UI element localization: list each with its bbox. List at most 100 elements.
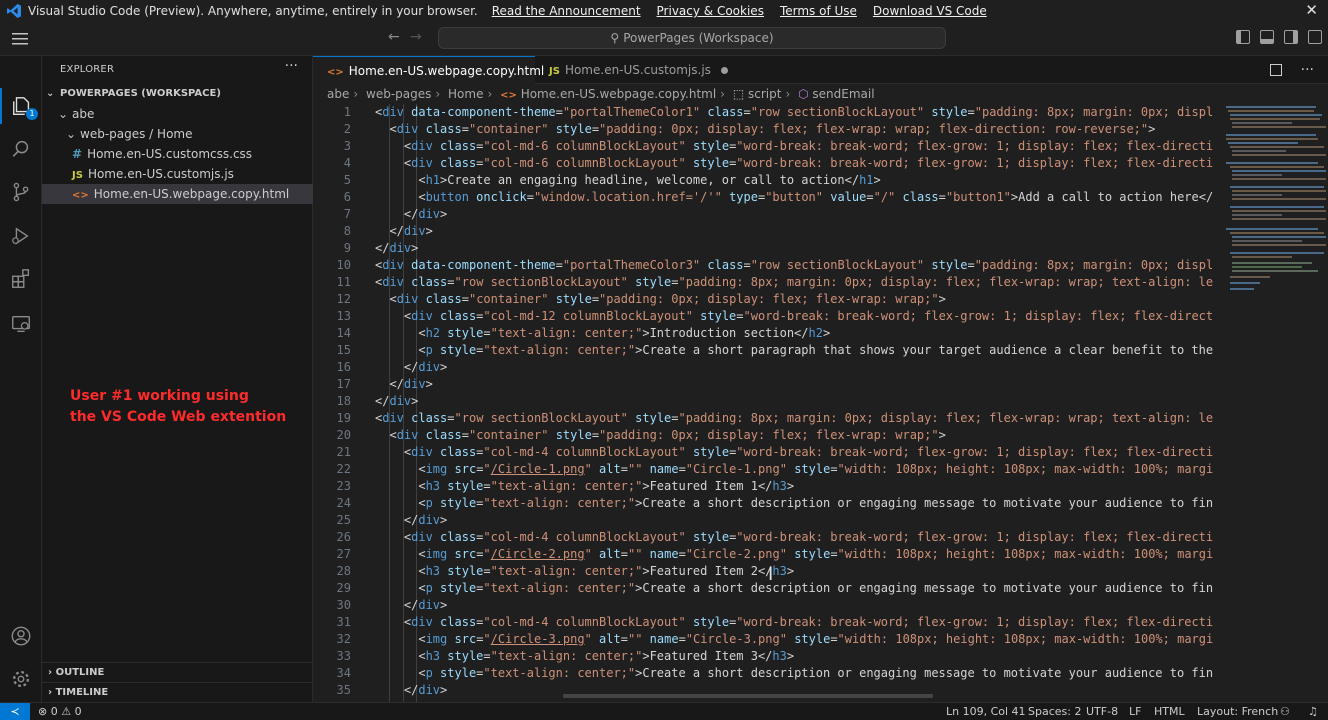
explorer-icon[interactable]: 1 — [0, 88, 42, 124]
search-icon[interactable] — [0, 131, 42, 167]
settings-gear-icon[interactable] — [0, 661, 42, 697]
chevron-right-icon: › — [720, 87, 725, 101]
chevron-right-icon: › — [353, 87, 359, 101]
horizontal-scrollbar[interactable] — [563, 694, 933, 698]
tree-folder-abe[interactable]: ⌄ abe — [42, 104, 313, 124]
breadcrumb-item[interactable]: sendEmail — [812, 87, 874, 101]
minimap[interactable] — [1222, 104, 1328, 702]
customize-layout-icon[interactable] — [1308, 30, 1322, 44]
html-file-icon: <> — [500, 90, 517, 101]
tree-file-css[interactable]: # Home.en-US.customcss.css — [42, 144, 313, 164]
code-line: 34 <p style="text-align: center;">Create… — [336, 666, 1213, 680]
unsaved-dot-icon[interactable] — [720, 67, 728, 74]
keyboard-layout[interactable]: Layout: French — [1197, 703, 1278, 720]
source-control-icon[interactable] — [0, 174, 42, 210]
html-file-icon: <> — [72, 190, 89, 201]
chevron-down-icon: ⌄ — [46, 88, 55, 99]
code-line: 21 <div class="col-md-4 columnBlockLayou… — [336, 445, 1213, 459]
error-count: 0 — [50, 705, 58, 718]
explorer-title: EXPLORER — [60, 64, 115, 75]
text-cursor-icon: I — [768, 564, 774, 585]
problems-indicator[interactable]: ⊗ 0 ⚠ 0 — [38, 703, 82, 720]
feedback-icon[interactable]: ⚇ — [1280, 703, 1290, 720]
annotation-note: User #1 working using the VS Code Web ex… — [70, 386, 290, 428]
privacy-link[interactable]: Privacy & Cookies — [657, 4, 764, 18]
more-actions-icon[interactable]: ··· — [285, 58, 298, 74]
tab-webpage-html[interactable]: <> Home.en-US.webpage.copy.html — [313, 56, 544, 84]
extensions-icon[interactable] — [0, 261, 42, 297]
js-file-icon: JS — [549, 66, 560, 77]
download-link[interactable]: Download VS Code — [873, 4, 987, 18]
code-line: 6 <button onclick="window.location.href=… — [343, 190, 1213, 204]
chevron-down-icon: ⌄ — [66, 127, 77, 141]
toggle-secondary-sidebar-icon[interactable] — [1284, 30, 1298, 44]
code-line: 29 <p style="text-align: center;">Create… — [336, 581, 1213, 595]
error-icon: ⊗ — [38, 705, 48, 718]
breadcrumb-item[interactable]: Home — [448, 87, 483, 101]
code-line: 12 <div class="container" style="padding… — [336, 292, 946, 306]
close-icon[interactable]: ✕ — [1305, 1, 1318, 19]
timeline-section[interactable]: › TIMELINE — [42, 682, 313, 702]
tree-file-js[interactable]: JS Home.en-US.customjs.js — [42, 164, 313, 184]
language-mode[interactable]: HTML — [1154, 703, 1185, 720]
run-debug-icon[interactable] — [0, 218, 42, 254]
back-arrow-icon[interactable]: ← — [388, 29, 400, 45]
workspace-header[interactable]: ⌄ POWERPAGES (WORKSPACE) — [42, 84, 313, 104]
breadcrumb-item[interactable]: abe — [327, 87, 349, 101]
notifications-bell-icon[interactable]: ♫ — [1308, 703, 1318, 720]
code-line: 25 </div> — [336, 513, 448, 527]
breadcrumb-item[interactable]: Home.en-US.webpage.copy.html — [521, 87, 716, 101]
code-line: 5 <h1>Create an engaging headline, welco… — [343, 173, 881, 187]
remote-explorer-icon[interactable] — [0, 306, 42, 342]
warning-count: 0 — [74, 705, 82, 718]
indentation[interactable]: Spaces: 2 — [1028, 703, 1081, 720]
status-bar: ≺ ⊗ 0 ⚠ 0 Ln 109, Col 41 Spaces: 2 UTF-8… — [0, 702, 1328, 720]
announcement-link[interactable]: Read the Announcement — [492, 4, 641, 18]
banner-text: Visual Studio Code (Preview). Anywhere, … — [28, 4, 478, 18]
cursor-position[interactable]: Ln 109, Col 41 — [946, 703, 1026, 720]
workspace-label: POWERPAGES (WORKSPACE) — [60, 88, 221, 99]
timeline-label: TIMELINE — [55, 687, 109, 698]
end-of-line[interactable]: LF — [1129, 703, 1141, 720]
code-line: 11 <div class="row sectionBlockLayout" st… — [336, 275, 1213, 289]
code-line: 13 <div class="col-md-12 columnBlockLayo… — [336, 309, 1213, 323]
method-symbol-icon: ⬡ — [798, 87, 809, 101]
chevron-right-icon: › — [487, 87, 493, 101]
toggle-panel-icon[interactable] — [1260, 30, 1274, 44]
code-line: 10 <div data-component-theme="portalTheme… — [336, 258, 1213, 272]
annotation-line: User #1 working using — [70, 388, 249, 404]
remote-indicator-icon[interactable]: ≺ — [0, 703, 30, 720]
code-line: 2 <div class="container" style="padding:… — [343, 122, 1156, 136]
account-icon[interactable] — [0, 618, 42, 654]
search-icon: ⚲ — [610, 31, 620, 45]
breadcrumb-item[interactable]: script — [748, 87, 781, 101]
toggle-sidebar-icon[interactable] — [1236, 30, 1250, 44]
js-file-icon: JS — [72, 170, 83, 181]
tree-label: Home.en-US.webpage.copy.html — [93, 187, 290, 201]
outline-section[interactable]: › OUTLINE — [42, 662, 313, 682]
code-line: 20 <div class="container" style="padding… — [336, 428, 946, 442]
code-editor[interactable]: 1 <div data-component-theme="portalThemeC… — [313, 104, 1328, 702]
breadcrumb-item[interactable]: web-pages — [366, 87, 431, 101]
tab-label: Home.en-US.webpage.copy.html — [348, 64, 545, 78]
tree-label: Home.en-US.customjs.js — [87, 167, 234, 181]
chevron-right-icon: › — [435, 87, 441, 101]
chevron-down-icon: ⌄ — [58, 107, 69, 121]
code-line: 15 <p style="text-align: center;">Create… — [336, 343, 1213, 357]
title-bar: ← → ⚲ PowerPages (Workspace) — [0, 22, 1328, 56]
command-center-search[interactable]: ⚲ PowerPages (Workspace) — [438, 27, 946, 49]
css-file-icon: # — [72, 147, 83, 161]
code-line: 27 <img src="/Circle-2.png" alt="" name=… — [336, 547, 1213, 561]
more-actions-icon[interactable]: ··· — [1301, 62, 1314, 78]
forward-arrow-icon[interactable]: → — [410, 29, 422, 45]
tab-customjs[interactable]: JS Home.en-US.customjs.js — [535, 56, 728, 84]
tree-folder-web-pages[interactable]: ⌄ web-pages / Home — [42, 124, 313, 144]
split-editor-icon[interactable] — [1270, 64, 1283, 76]
chevron-right-icon: › — [48, 687, 53, 698]
menu-icon[interactable] — [12, 32, 28, 46]
code-line: 7 </div> — [343, 207, 448, 221]
encoding[interactable]: UTF-8 — [1086, 703, 1118, 720]
chevron-right-icon: › — [785, 87, 791, 101]
terms-link[interactable]: Terms of Use — [780, 4, 857, 18]
tree-file-html[interactable]: <> Home.en-US.webpage.copy.html — [42, 184, 313, 204]
